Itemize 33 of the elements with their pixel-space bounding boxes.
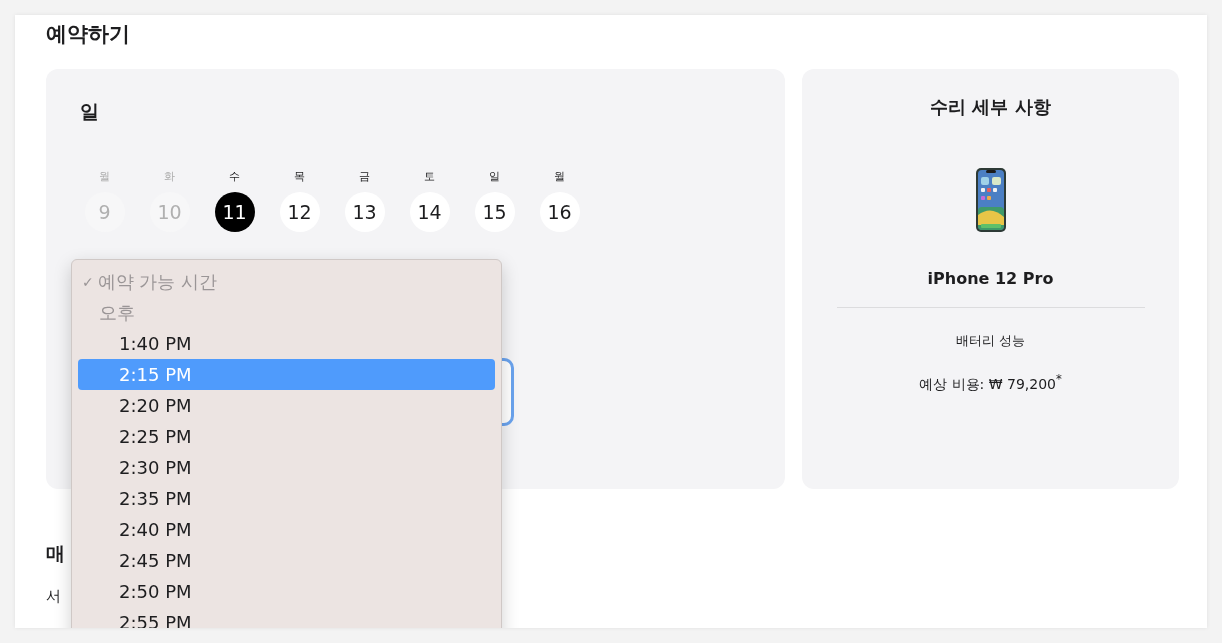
weekday-label: 월: [99, 169, 110, 184]
weekday-label: 수: [229, 169, 240, 184]
time-option[interactable]: 2:30 PM: [78, 452, 495, 483]
details-title: 수리 세부 사항: [930, 95, 1051, 119]
date-button[interactable]: 14: [409, 192, 450, 232]
date-button[interactable]: 12: [279, 192, 320, 232]
weekday-label: 화: [164, 169, 175, 184]
date-picker-title: 일: [80, 99, 100, 124]
page-heading: 예약하기: [46, 21, 131, 48]
store-heading: 매: [46, 541, 65, 566]
weekday-label: 토: [424, 169, 435, 184]
service-name: 배터리 성능: [955, 332, 1026, 350]
weekday-label: 월: [554, 169, 565, 184]
date-button[interactable]: 16: [539, 192, 580, 232]
store-address: 서: [46, 587, 61, 606]
date-button[interactable]: 15: [474, 192, 515, 232]
time-option[interactable]: 2:40 PM: [78, 514, 495, 545]
time-option[interactable]: 2:35 PM: [78, 483, 495, 514]
time-option[interactable]: 2:20 PM: [78, 390, 495, 421]
estimated-cost: 예상 비용: ₩ 79,200$^{*}$: [919, 372, 1062, 394]
device-name: iPhone 12 Pro: [927, 269, 1054, 288]
time-option[interactable]: 2:25 PM: [78, 421, 495, 452]
group-label: 오후: [98, 301, 136, 325]
weekday-label: 금: [359, 169, 370, 184]
weekday-label: 일: [489, 169, 500, 184]
date-button[interactable]: 11: [214, 192, 255, 232]
weekday-label: 목: [294, 169, 305, 184]
checkmark-icon: ✓: [82, 273, 94, 290]
time-option[interactable]: 1:40 PM: [78, 328, 495, 359]
time-option[interactable]: 2:45 PM: [78, 545, 495, 576]
date-button[interactable]: 13: [344, 192, 385, 232]
prompt-label: 예약 가능 시간: [97, 269, 218, 294]
time-option[interactable]: 2:50 PM: [78, 576, 495, 607]
